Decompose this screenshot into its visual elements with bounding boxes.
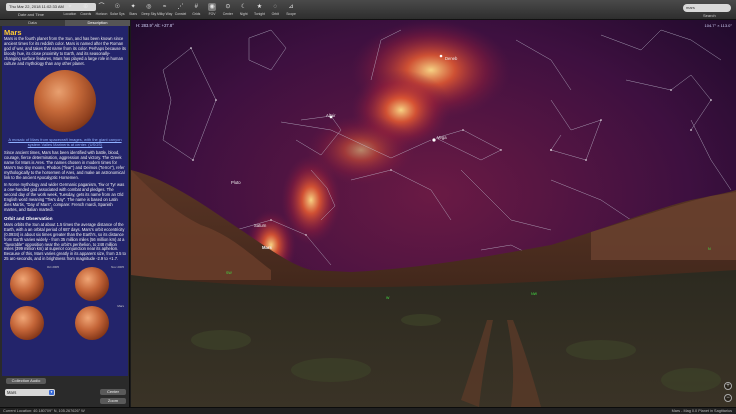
norse-paragraph: In Norse mythology and wider Germanic pa… <box>4 182 125 212</box>
night-icon: ☾ <box>240 4 247 10</box>
sky-view[interactable]: H: 283.9° Alt: +27.8° 104.7° × 113.0° De… <box>131 20 736 407</box>
solar-system-icon: ☉ <box>114 4 120 10</box>
deep-sky-icon: ◎ <box>146 4 152 10</box>
sidebar: Data Description Mars Mars is the fourth… <box>0 20 130 414</box>
toolbar-button-center[interactable]: ⊙ Center <box>220 2 236 19</box>
toolbar-button-tonight[interactable]: ★ Tonight <box>252 2 268 19</box>
toolbar-button-milky-way[interactable]: ≈ Milky Way <box>157 2 173 19</box>
search-label: Search <box>703 13 716 18</box>
toolbar-button-label: FOV <box>208 12 216 16</box>
thumbnail-caption: Mars <box>117 304 124 309</box>
star-label-deneb[interactable]: Deneb <box>445 56 457 61</box>
toolbar-button-location[interactable]: ⌖ Location <box>62 2 78 19</box>
direction-n: N <box>708 247 711 251</box>
object-label-pluto[interactable]: Pluto <box>231 180 241 185</box>
image-caption-link[interactable]: A mosaic of Mars from spacecraft images,… <box>4 138 126 148</box>
center-button[interactable]: Center <box>100 389 126 395</box>
fov-icon: ◉ <box>208 3 217 11</box>
mars-thumbnail <box>4 304 61 341</box>
stars-icon: ✦ <box>130 4 136 10</box>
toolbar-button-label: Milky Way <box>157 12 173 16</box>
location-status: Current Location: 40.180709° N, 105.2676… <box>3 409 85 413</box>
toolbar-tools: ⌖ Location ⊕ Coords ⌒ Horizon ☉ Solar Sys ✦ Stars… <box>62 2 299 19</box>
sky-chart <box>131 20 736 407</box>
object-label-mars[interactable]: Mars <box>262 245 272 250</box>
toolbar-button-horizon[interactable]: ⌒ Horizon <box>94 2 110 19</box>
mars-image <box>34 70 96 133</box>
zoom-out-button[interactable]: − <box>724 394 732 402</box>
toolbar-button-orbit[interactable]: ◌ Orbit <box>267 2 283 19</box>
toolbar-button-deep-sky[interactable]: ◎ Deep Sky <box>141 2 157 19</box>
status-bar: Current Location: 40.180709° N, 105.2676… <box>0 407 736 414</box>
toolbar-button-label: Tonight <box>253 12 265 16</box>
constellation-icon: ⋰ <box>177 4 184 10</box>
thumbnail-caption: Oct 2005 <box>46 265 59 270</box>
toolbar-button-label: Orbit <box>271 12 279 16</box>
toolbar-button-label: Grids <box>192 12 201 16</box>
star-label-vega[interactable]: Vega <box>437 135 447 140</box>
description-panel[interactable]: Mars Mars is the fourth planet from the … <box>2 26 128 376</box>
object-select-value: Mars <box>7 390 17 395</box>
center-icon: ⊙ <box>225 4 231 10</box>
orbit-heading: Orbit and Observation <box>4 215 53 221</box>
toolbar-button-label: Stars <box>129 12 138 16</box>
chevron-down-icon: ▾ <box>49 390 54 395</box>
toolbar-button-grids[interactable]: # Grids <box>188 2 204 19</box>
object-label-saturn[interactable]: Saturn <box>254 223 266 228</box>
toolbar-button-label: Center <box>222 12 233 16</box>
coordinate-readout: H: 283.9° Alt: +27.8° <box>136 23 174 28</box>
toolbar-button-label: Coords <box>80 12 92 16</box>
toolbar-button-stars[interactable]: ✦ Stars <box>125 2 141 19</box>
collection-audio-button[interactable]: Collection Audio <box>6 378 46 384</box>
grids-icon: # <box>194 4 198 10</box>
mars-thumbnails: Oct 2005 Nov 2005 Mars <box>4 265 126 341</box>
zoom-in-button[interactable]: + <box>724 382 732 390</box>
scope-icon: ⊿ <box>288 4 294 10</box>
pin-icon: ⌖ <box>68 4 72 10</box>
history-paragraph: Since ancient times, Mars has been ident… <box>4 150 125 180</box>
mars-thumbnail: Oct 2005 <box>4 265 61 302</box>
orbit-icon: ◌ <box>273 4 278 10</box>
direction-w: W <box>386 296 390 300</box>
toolbar-button-constel[interactable]: ⋰ Constel <box>173 2 189 19</box>
coords-icon: ⊕ <box>83 4 89 10</box>
thumbnail-caption: Nov 2005 <box>111 265 124 270</box>
toolbar: Thu Mar 22, 2018 11:02:33 AM Date and Ti… <box>0 0 736 20</box>
date-time-label: Date and Time <box>18 12 45 17</box>
mars-thumbnail: Nov 2005 <box>69 265 126 302</box>
toolbar-button-label: Scope <box>286 12 296 16</box>
toolbar-button-coords[interactable]: ⊕ Coords <box>78 2 94 19</box>
object-select[interactable]: Mars ▾ <box>5 389 55 396</box>
object-status: Mars - Mag 0.0 Planet in Sagittarius <box>671 409 732 413</box>
intro-paragraph: Mars is the fourth planet from the Sun, … <box>4 36 126 66</box>
tonight-icon: ★ <box>256 4 263 10</box>
toolbar-button-solar-sys[interactable]: ☉ Solar Sys <box>109 2 125 19</box>
zoom-button[interactable]: Zoom <box>100 398 126 404</box>
toolbar-button-label: Horizon <box>95 12 108 16</box>
milky-way-icon: ≈ <box>163 4 167 10</box>
direction-sw: SW <box>226 271 232 275</box>
toolbar-button-label: Deep Sky <box>141 12 157 16</box>
orbit-paragraph: Mars orbits the Sun at about 1.5 times t… <box>4 221 126 262</box>
toolbar-button-fov[interactable]: ◉ FOV <box>204 2 220 19</box>
search-input[interactable]: mars <box>683 4 731 12</box>
toolbar-button-label: Location <box>63 12 77 16</box>
toolbar-button-night[interactable]: ☾ Night <box>236 2 252 19</box>
direction-nw: NW <box>531 292 537 296</box>
toolbar-button-label: Solar Sys <box>110 12 125 16</box>
toolbar-button-label: Constel <box>174 12 187 16</box>
fov-readout: 104.7° × 113.0° <box>704 23 732 28</box>
toolbar-button-label: Night <box>239 12 248 16</box>
mars-thumbnail: Mars <box>69 304 126 341</box>
toolbar-button-scope[interactable]: ⊿ Scope <box>283 2 299 19</box>
star-label-altair[interactable]: Altair <box>326 113 336 118</box>
horizon-icon: ⌒ <box>98 4 105 10</box>
